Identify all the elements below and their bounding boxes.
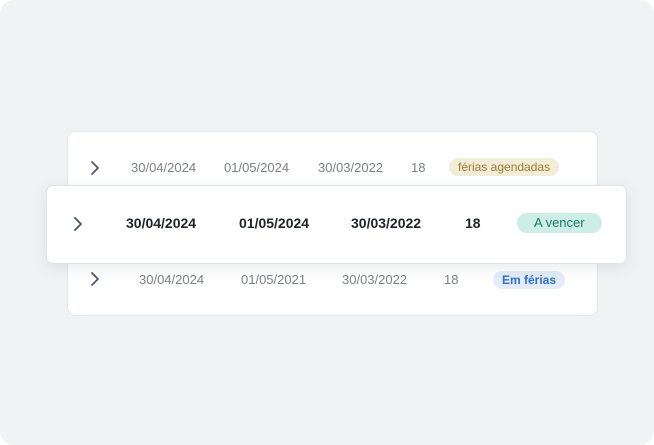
acquisition-date: 30/03/2022 bbox=[342, 272, 408, 287]
background-canvas: 30/04/2024 01/05/2024 30/03/2022 18 féri… bbox=[0, 0, 654, 445]
acquisition-date: 30/03/2022 bbox=[351, 215, 422, 231]
end-date: 01/05/2024 bbox=[239, 215, 310, 231]
status-badge: A vencer bbox=[517, 213, 602, 233]
chevron-right-icon[interactable] bbox=[90, 160, 100, 176]
acquisition-date: 30/03/2022 bbox=[318, 160, 384, 175]
list-item-highlighted[interactable]: 30/04/2024 01/05/2024 30/03/2022 18 A ve… bbox=[46, 185, 627, 264]
days-count: 18 bbox=[411, 160, 426, 175]
status-badge: Em férias bbox=[493, 271, 566, 289]
start-date: 30/04/2024 bbox=[131, 160, 197, 175]
start-date: 30/04/2024 bbox=[139, 272, 205, 287]
chevron-right-icon[interactable] bbox=[90, 271, 100, 287]
days-count: 18 bbox=[444, 272, 459, 287]
end-date: 01/05/2024 bbox=[224, 160, 290, 175]
status-badge: férias agendadas bbox=[449, 158, 560, 176]
chevron-right-icon[interactable] bbox=[73, 216, 83, 232]
start-date: 30/04/2024 bbox=[126, 215, 197, 231]
end-date: 01/05/2021 bbox=[241, 272, 307, 287]
days-count: 18 bbox=[465, 215, 481, 231]
